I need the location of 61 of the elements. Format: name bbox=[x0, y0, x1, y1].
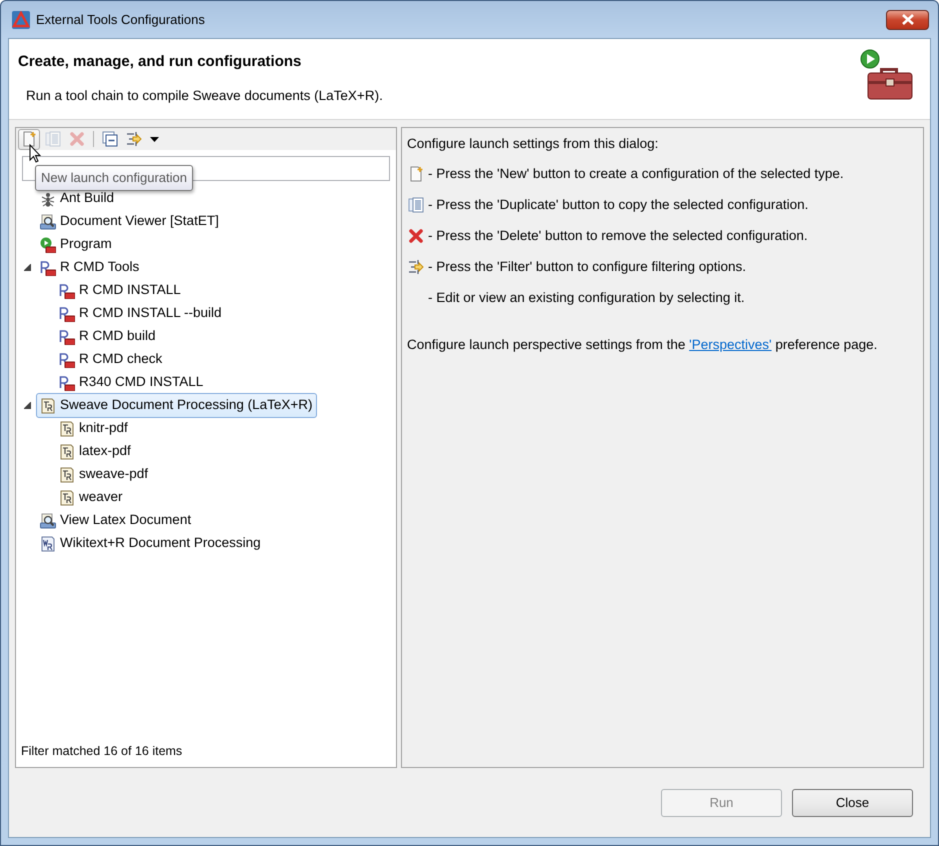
r-toolbox-icon bbox=[59, 374, 75, 390]
info-text: - Press the 'Duplicate' button to copy the selected configuration. bbox=[428, 196, 808, 214]
tooltip: New launch configuration bbox=[35, 165, 193, 190]
info-heading: Configure launch settings from this dialog: bbox=[407, 135, 660, 153]
dialog-button[interactable]: Close bbox=[792, 788, 913, 816]
tree-item[interactable]: Wikitext+R Document Processing bbox=[36, 531, 265, 556]
tree-item[interactable]: Program bbox=[36, 232, 116, 257]
window-title: External Tools Configurations bbox=[36, 10, 205, 29]
document-icon bbox=[59, 444, 75, 460]
perspectives-link[interactable]: 'Perspectives' bbox=[689, 337, 772, 352]
info-text: - Press the 'Filter' button to configure filtering options. bbox=[428, 258, 746, 276]
expanded-arrow-icon[interactable] bbox=[24, 402, 30, 409]
tree-item[interactable]: sweave-pdf bbox=[55, 462, 152, 487]
document-icon bbox=[59, 420, 75, 436]
tree-item[interactable]: weaver bbox=[55, 485, 127, 510]
close-icon bbox=[902, 14, 914, 25]
tree-item[interactable]: R CMD INSTALL bbox=[55, 278, 185, 303]
delete-icon bbox=[69, 131, 85, 147]
close-button[interactable] bbox=[886, 10, 929, 30]
document-icon bbox=[40, 536, 56, 552]
copy-icon bbox=[408, 196, 424, 213]
tree-item[interactable]: R CMD INSTALL --build bbox=[55, 301, 226, 326]
filter-status: Filter matched 16 of 16 items bbox=[20, 743, 184, 760]
tree-item[interactable]: Document Viewer [StatET] bbox=[36, 209, 223, 234]
expanded-arrow-icon[interactable] bbox=[24, 264, 30, 271]
page-icon bbox=[408, 166, 424, 182]
collapse-all-icon bbox=[102, 131, 118, 147]
tree-item[interactable]: R CMD Tools bbox=[36, 255, 144, 280]
app-icon bbox=[12, 10, 30, 28]
filter-icon bbox=[126, 131, 142, 147]
tree-item[interactable]: knitr-pdf bbox=[55, 416, 132, 441]
dialog-message: Run a tool chain to compile Sweave documents (LaTeX+R). bbox=[26, 86, 384, 105]
magnifier-icon bbox=[40, 214, 56, 230]
tree-item[interactable]: View Latex Document bbox=[36, 508, 196, 533]
r-toolbox-icon bbox=[59, 352, 75, 368]
perspective-text: Configure launch perspective settings from the 'Perspectives' preference page. bbox=[407, 336, 878, 354]
caret-icon bbox=[150, 136, 158, 142]
r-toolbox-icon bbox=[59, 282, 75, 298]
info-text: - Press the 'New' button to create a configuration of the selected type. bbox=[428, 164, 844, 183]
dialog-title: Create, manage, and run configurations bbox=[18, 52, 302, 72]
magnifier-icon bbox=[40, 512, 56, 528]
mouse-cursor bbox=[29, 144, 41, 163]
document-icon bbox=[59, 490, 75, 506]
tree-item[interactable]: latex-pdf bbox=[55, 439, 135, 464]
r-toolbox-icon bbox=[40, 260, 56, 276]
r-toolbox-icon bbox=[59, 328, 75, 344]
document-icon bbox=[59, 466, 75, 482]
tree-item[interactable]: R CMD check bbox=[55, 347, 166, 372]
tree-item[interactable]: R340 CMD INSTALL bbox=[55, 370, 208, 395]
delete-icon bbox=[408, 228, 424, 244]
document-icon bbox=[40, 398, 56, 414]
copy-icon bbox=[45, 131, 61, 147]
info-text: - Edit or view an existing configuration by selecting it. bbox=[428, 288, 745, 307]
filter-icon bbox=[408, 258, 424, 275]
tree-item[interactable]: R CMD build bbox=[55, 324, 160, 349]
tree-item[interactable]: Sweave Document Processing (LaTeX+R) bbox=[36, 393, 316, 418]
page-icon bbox=[21, 131, 37, 147]
info-text: - Press the 'Delete' button to remove the selected configuration. bbox=[428, 226, 808, 245]
r-toolbox-icon bbox=[59, 306, 75, 322]
run-toolbox-icon bbox=[40, 236, 56, 252]
ant-icon bbox=[40, 190, 56, 206]
